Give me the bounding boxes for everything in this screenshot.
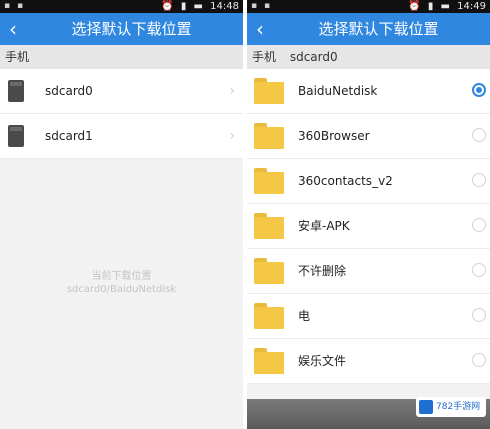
list-item[interactable]: 360contacts_v2: [247, 159, 490, 204]
storage-list: sdcard0 › sdcard1 ›: [0, 69, 243, 159]
notification-icons: ▪ ▪: [251, 1, 273, 11]
alarm-icon: ⏰: [161, 1, 174, 12]
folder-icon: [254, 78, 284, 104]
sdcard-icon: [8, 80, 24, 102]
site-watermark: 782手游网: [416, 397, 486, 417]
chevron-right-icon: ›: [229, 83, 235, 99]
folder-icon: [254, 123, 284, 149]
breadcrumb-item[interactable]: sdcard0: [290, 50, 338, 64]
watermark-text: 782手游网: [436, 401, 481, 412]
breadcrumb: 手机: [0, 45, 243, 69]
folder-name: 不许删除: [298, 264, 347, 278]
list-item[interactable]: sdcard0 ›: [0, 69, 243, 114]
folder-icon: [254, 168, 284, 194]
list-item[interactable]: 不许删除: [247, 249, 490, 294]
hint-line: sdcard0/BaiduNetdisk: [66, 284, 177, 295]
page-title: 选择默认下载位置: [71, 20, 192, 38]
radio-button[interactable]: [472, 353, 486, 367]
page-title: 选择默认下载位置: [318, 20, 439, 38]
folder-name: 360contacts_v2: [298, 174, 393, 188]
list-item-label: sdcard1: [45, 129, 93, 143]
current-location-hint: 当前下载位置 sdcard0/BaiduNetdisk: [0, 270, 243, 296]
list-item[interactable]: 安卓-APK: [247, 204, 490, 249]
folder-name: 娱乐文件: [298, 354, 347, 368]
hint-line: 当前下载位置: [91, 271, 152, 282]
chevron-left-icon: ‹: [256, 17, 264, 41]
list-item[interactable]: sdcard1 ›: [0, 114, 243, 159]
back-button[interactable]: ‹: [0, 13, 26, 45]
radio-button[interactable]: [472, 263, 486, 277]
radio-button-selected[interactable]: [472, 83, 486, 97]
chevron-right-icon: ›: [229, 128, 235, 144]
radio-button[interactable]: [472, 308, 486, 322]
folder-name: BaiduNetdisk: [298, 84, 378, 98]
back-button[interactable]: ‹: [247, 13, 273, 45]
radio-button[interactable]: [472, 128, 486, 142]
folder-name: 360Browser: [298, 129, 370, 143]
status-bar: ▪ ▪ ⏰ ▮ ▬ 14:49: [247, 0, 490, 13]
list-item[interactable]: 电: [247, 294, 490, 339]
radio-button[interactable]: [472, 173, 486, 187]
status-bar: ▪ ▪ ⏰ ▮ ▬ 14:48: [0, 0, 243, 13]
list-item[interactable]: 娱乐文件: [247, 339, 490, 384]
title-bar: ‹ 选择默认下载位置: [247, 13, 490, 45]
right-screen: ▪ ▪ ⏰ ▮ ▬ 14:49 ‹ 选择默认下载位置 手机 sdcard0 Ba…: [247, 0, 490, 429]
battery-icon: ▬: [193, 1, 203, 12]
list-item[interactable]: BaiduNetdisk: [247, 69, 490, 114]
status-time: 14:49: [457, 1, 486, 12]
list-item[interactable]: 360Browser: [247, 114, 490, 159]
folder-name: 安卓-APK: [298, 219, 350, 233]
alarm-icon: ⏰: [408, 1, 421, 12]
title-bar: ‹ 选择默认下载位置: [0, 13, 243, 45]
folder-name: 电: [298, 309, 311, 323]
list-item-label: sdcard0: [45, 84, 93, 98]
folder-icon: [254, 258, 284, 284]
folder-list: BaiduNetdisk 360Browser 360contacts_v2 安…: [247, 69, 490, 384]
battery-icon: ▬: [440, 1, 450, 12]
breadcrumb: 手机 sdcard0: [247, 45, 490, 69]
sdcard-icon: [8, 125, 24, 147]
signal-icon: ▮: [427, 1, 434, 12]
signal-icon: ▮: [180, 1, 187, 12]
folder-icon: [254, 213, 284, 239]
folder-icon: [254, 303, 284, 329]
watermark-logo-icon: [419, 400, 433, 414]
breadcrumb-item[interactable]: 手机: [252, 50, 276, 64]
left-screen: ▪ ▪ ⏰ ▮ ▬ 14:48 ‹ 选择默认下载位置 手机 sdcard0 › …: [0, 0, 243, 429]
radio-button[interactable]: [472, 218, 486, 232]
status-time: 14:48: [210, 1, 239, 12]
notification-icons: ▪ ▪: [4, 1, 26, 11]
breadcrumb-item[interactable]: 手机: [5, 50, 29, 64]
folder-icon: [254, 348, 284, 374]
chevron-left-icon: ‹: [9, 17, 17, 41]
